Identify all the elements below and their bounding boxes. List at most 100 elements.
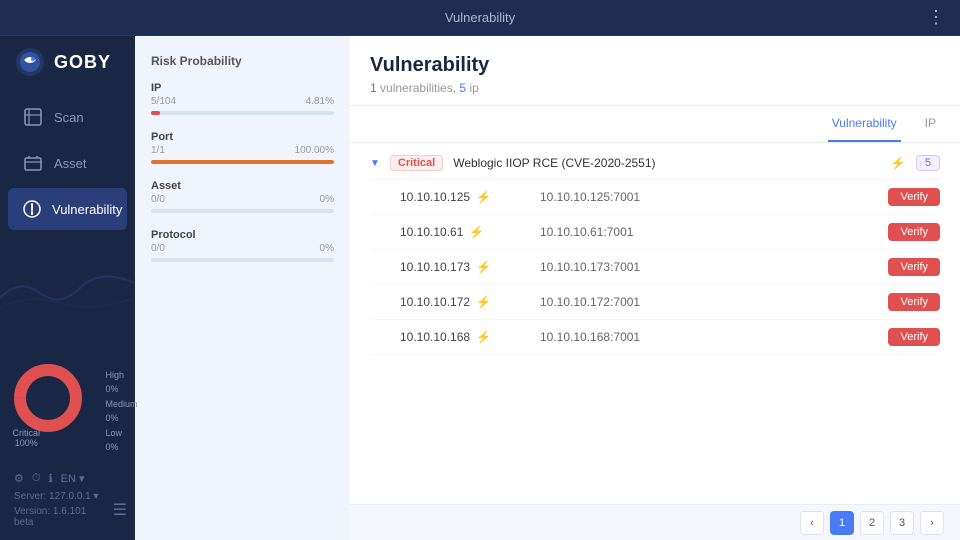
chevron-down-icon[interactable]: ▼ (370, 158, 380, 169)
verify-button[interactable]: Verify (888, 328, 940, 346)
table-row: 10.10.10.172 ⚡ 10.10.10.172:7001 Verify (370, 285, 940, 320)
ip-port: 10.10.10.168:7001 (540, 330, 878, 344)
risk-section-ip: IP 5/104 4.81% (151, 82, 334, 115)
sidebar-item-vulnerability[interactable]: Vulnerability (8, 188, 127, 230)
severity-badge: Critical (390, 155, 443, 171)
right-panel: Risk Probability IP 5/104 4.81% Port 1/1… (135, 36, 960, 540)
risk-bar-port-bg (151, 160, 334, 164)
row-flash-icon: ⚡ (469, 225, 484, 239)
table-row: 10.10.10.168 ⚡ 10.10.10.168:7001 Verify (370, 320, 940, 355)
risk-bar-asset-bg (151, 209, 334, 213)
ip-port: 10.10.10.125:7001 (540, 190, 878, 204)
legend-high-value: 0% (105, 382, 137, 396)
ip-address: 10.10.10.125 ⚡ (400, 190, 530, 204)
scan-icon (22, 106, 44, 128)
chart-area: High 0% Medium 0% Low 0% Critical 100% (0, 232, 135, 458)
sidebar-item-vulnerability-label: Vulnerability (52, 202, 122, 217)
risk-sidebar: Risk Probability IP 5/104 4.81% Port 1/1… (135, 36, 350, 540)
table-row: 10.10.10.125 ⚡ 10.10.10.125:7001 Verify (370, 180, 940, 215)
page-button-1[interactable]: 1 (830, 511, 854, 535)
row-flash-icon: ⚡ (476, 190, 491, 204)
info-icon[interactable]: ℹ (48, 472, 52, 485)
risk-bar-ip-bg (151, 111, 334, 115)
bottom-bar: ‹ 1 2 3 › (350, 504, 960, 540)
donut-label-critical: Critical 100% (13, 428, 41, 448)
ip-port: 10.10.10.61:7001 (540, 225, 878, 239)
vulnerability-subtitle: 1 vulnerabilities, 5 ip (370, 81, 940, 95)
vuln-count-badge: 5 (916, 155, 940, 171)
table-row: 10.10.10.173 ⚡ 10.10.10.173:7001 Verify (370, 250, 940, 285)
page-button-3[interactable]: 3 (890, 511, 914, 535)
goby-logo-icon (14, 46, 46, 78)
sidebar-item-scan-label: Scan (54, 110, 84, 125)
topbar-menu-button[interactable]: ⋮ (927, 7, 946, 28)
row-flash-icon: ⚡ (476, 295, 491, 309)
main-layout: GOBY Scan Asset (0, 36, 960, 540)
vuln-group-header: ▼ Critical Weblogic IIOP RCE (CVE-2020-2… (370, 143, 940, 180)
ip-port: 10.10.10.173:7001 (540, 260, 878, 274)
vulnerability-header: Vulnerability 1 vulnerabilities, 5 ip (350, 36, 960, 106)
ip-address: 10.10.10.172 ⚡ (400, 295, 530, 309)
settings-icon[interactable]: ⚙ (14, 472, 24, 485)
row-flash-icon: ⚡ (476, 260, 491, 274)
donut-chart: High 0% Medium 0% Low 0% Critical 100% (8, 358, 128, 448)
vulnerability-table: ▼ Critical Weblogic IIOP RCE (CVE-2020-2… (350, 143, 960, 504)
logo-text: GOBY (54, 52, 111, 73)
version-label: Version: 1.6.101 beta (8, 504, 113, 530)
ip-address: 10.10.10.173 ⚡ (400, 260, 530, 274)
sidebar-bottom-row: Server: 127.0.0.1 ▾ Version: 1.6.101 bet… (8, 489, 127, 530)
risk-section-protocol: Protocol 0/0 0% (151, 229, 334, 262)
ip-address: 10.10.10.168 ⚡ (400, 330, 530, 344)
topbar: Vulnerability ⋮ (0, 0, 960, 36)
verify-button[interactable]: Verify (888, 223, 940, 241)
sidebar-bottom-icons: ⚙ ⏱ ℹ EN ▾ (8, 468, 127, 489)
legend-high: High (105, 368, 137, 382)
sidebar-bottom: ⚙ ⏱ ℹ EN ▾ Server: 127.0.0.1 ▾ Version: … (0, 458, 135, 540)
sidebar-item-scan[interactable]: Scan (8, 96, 127, 138)
ip-port: 10.10.10.172:7001 (540, 295, 878, 309)
legend-medium: Medium (105, 397, 137, 411)
verify-button[interactable]: Verify (888, 258, 940, 276)
risk-section-port: Port 1/1 100.00% (151, 131, 334, 164)
risk-section-asset: Asset 0/0 0% (151, 180, 334, 213)
hamburger-icon[interactable]: ☰ (113, 500, 127, 520)
legend-low: Low (105, 426, 137, 440)
legend-low-value: 0% (105, 440, 137, 454)
table-row: 10.10.10.61 ⚡ 10.10.10.61:7001 Verify (370, 215, 940, 250)
tab-ip[interactable]: IP (921, 106, 940, 142)
risk-bar-ip-fill (151, 111, 160, 115)
vulnerability-tabs: Vulnerability IP (350, 106, 960, 143)
verify-button[interactable]: Verify (888, 188, 940, 206)
prev-page-button[interactable]: ‹ (800, 511, 824, 535)
flash-icon: ⚡ (891, 156, 906, 170)
risk-label-port: Port (151, 131, 334, 143)
legend-medium-value: 0% (105, 411, 137, 425)
sidebar-item-asset[interactable]: Asset (8, 142, 127, 184)
risk-label-protocol: Protocol (151, 229, 334, 241)
clock-icon[interactable]: ⏱ (32, 472, 41, 485)
donut-legend: High 0% Medium 0% Low 0% (105, 368, 137, 454)
risk-sublabel-asset: 0/0 0% (151, 194, 334, 205)
risk-sublabel-ip: 5/104 4.81% (151, 96, 334, 107)
row-flash-icon: ⚡ (476, 330, 491, 344)
risk-bar-protocol-bg (151, 258, 334, 262)
asset-icon (22, 152, 44, 174)
page-button-2[interactable]: 2 (860, 511, 884, 535)
tab-vulnerability[interactable]: Vulnerability (828, 106, 901, 142)
sidebar-item-asset-label: Asset (54, 156, 87, 171)
risk-sublabel-protocol: 0/0 0% (151, 243, 334, 254)
server-label[interactable]: Server: 127.0.0.1 ▾ (8, 489, 113, 504)
lang-selector[interactable]: EN ▾ (61, 472, 85, 485)
next-page-button[interactable]: › (920, 511, 944, 535)
verify-button[interactable]: Verify (888, 293, 940, 311)
logo-area: GOBY (0, 46, 135, 94)
risk-title: Risk Probability (151, 54, 334, 68)
risk-label-ip: IP (151, 82, 334, 94)
vulnerability-icon (22, 198, 42, 220)
server-info: Server: 127.0.0.1 ▾ Version: 1.6.101 bet… (8, 489, 113, 530)
sidebar: GOBY Scan Asset (0, 36, 135, 540)
vulnerability-title: Vulnerability (370, 54, 940, 77)
risk-label-asset: Asset (151, 180, 334, 192)
ip-address: 10.10.10.61 ⚡ (400, 225, 530, 239)
vuln-group-name: Weblogic IIOP RCE (CVE-2020-2551) (453, 156, 881, 170)
